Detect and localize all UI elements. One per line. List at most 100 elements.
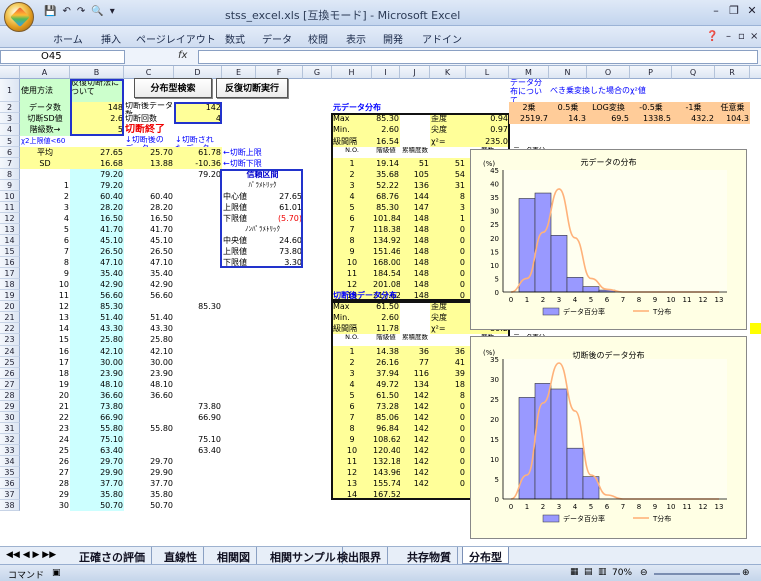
row-number[interactable]: 22 — [20, 412, 70, 423]
dist-cell[interactable]: 148 — [400, 246, 430, 257]
row-number[interactable]: 7 — [20, 246, 70, 257]
removed-value[interactable] — [174, 257, 222, 268]
dist-cell[interactable]: 2 — [332, 169, 372, 180]
cut-value[interactable] — [124, 301, 174, 312]
select-all-corner[interactable] — [0, 66, 20, 79]
s-column-value[interactable]: 0.7 — [750, 312, 761, 323]
row-header[interactable]: 25 — [0, 357, 20, 368]
dist-cell[interactable]: 142 — [400, 412, 430, 423]
row-number[interactable]: 26 — [20, 456, 70, 467]
dist-cell[interactable]: 3 — [332, 368, 372, 379]
s-column-value[interactable]: 8.4 — [750, 346, 761, 357]
row-header[interactable]: 37 — [0, 489, 20, 500]
redo-icon[interactable]: ↷ — [77, 6, 85, 17]
removed-value[interactable] — [174, 423, 222, 434]
row-header[interactable]: 18 — [0, 279, 20, 290]
tab-addins[interactable]: アドイン — [422, 31, 462, 46]
row-header[interactable]: 8 — [0, 169, 20, 180]
s-column-value[interactable]: 0.0 — [750, 368, 761, 379]
maximize-button[interactable]: ❐ — [726, 4, 742, 17]
class-count-input[interactable]: 5 — [70, 124, 124, 136]
dist-cell[interactable]: 73.28 — [372, 401, 400, 412]
row-header[interactable]: 24 — [0, 346, 20, 357]
dist-cell[interactable]: 118.38 — [372, 224, 400, 235]
iterative-cut-button[interactable]: 反復切断実行 — [216, 78, 288, 98]
raw-value[interactable]: 23.90 — [70, 368, 124, 379]
row-header[interactable]: 5 — [0, 136, 20, 147]
raw-value[interactable]: 35.40 — [70, 268, 124, 279]
dist-cell[interactable]: 184.54 — [372, 268, 400, 279]
dist-cell[interactable]: 8 — [332, 235, 372, 246]
raw-value[interactable]: 29.90 — [70, 467, 124, 478]
transform-value[interactable]: 432.2 — [672, 113, 715, 124]
row-number[interactable]: 23 — [20, 423, 70, 434]
zoom-in-icon[interactable]: ⊕ — [742, 568, 750, 578]
dist-cell[interactable]: 0 — [430, 279, 466, 290]
row-number[interactable]: 30 — [20, 500, 70, 511]
dist-cell[interactable]: 11 — [332, 268, 372, 279]
dist-cell[interactable]: 142 — [400, 467, 430, 478]
dist-cell[interactable]: 7 — [332, 412, 372, 423]
column-header[interactable]: I — [372, 66, 400, 79]
removed-value[interactable] — [174, 279, 222, 290]
cut-value[interactable]: 36.60 — [124, 390, 174, 401]
raw-value[interactable]: 51.40 — [70, 312, 124, 323]
dist-cell[interactable]: 142 — [400, 456, 430, 467]
dist-cell[interactable]: 0 — [430, 401, 466, 412]
lower-cut-label[interactable]: ←切断下限 — [222, 158, 292, 169]
dist-cell[interactable]: 2 — [332, 357, 372, 368]
dist-header[interactable]: 累積度数 — [400, 334, 430, 346]
removed-value[interactable] — [174, 246, 222, 257]
fx-icon[interactable]: fx — [178, 50, 187, 61]
view-page-layout-icon[interactable]: ▤ — [584, 567, 593, 577]
interval-label[interactable]: 級間隔 — [332, 323, 372, 334]
parametric-label[interactable]: ﾊﾟﾗﾒﾄﾘｯｸ — [222, 180, 303, 191]
s-column-value[interactable]: 8.4 — [750, 390, 761, 401]
cut-data-count-value[interactable]: 142 — [174, 102, 222, 113]
cut-value[interactable]: 25.80 — [124, 334, 174, 346]
cut-sd-input[interactable]: 2.6 — [70, 113, 124, 124]
row-header[interactable]: 29 — [0, 401, 20, 412]
dist-cell[interactable]: 36 — [400, 346, 430, 357]
view-page-break-icon[interactable]: ▥ — [598, 567, 607, 577]
column-header[interactable]: P — [630, 66, 672, 79]
s-column-value[interactable]: 0.0 — [750, 423, 761, 434]
removed-value[interactable] — [174, 357, 222, 368]
raw-value[interactable]: 85.30 — [70, 301, 124, 312]
s-column-value[interactable]: 0.0 — [750, 412, 761, 423]
column-header[interactable]: N — [549, 66, 587, 79]
raw-value[interactable]: 41.70 — [70, 224, 124, 235]
dist-cell[interactable]: 143.96 — [372, 467, 400, 478]
row-header[interactable]: 13 — [0, 224, 20, 235]
dist-cell[interactable]: 151.46 — [372, 246, 400, 257]
dist-cell[interactable]: 7 — [332, 224, 372, 235]
min-label[interactable]: Min. — [332, 312, 372, 323]
row-header[interactable]: 1 — [0, 79, 20, 102]
worksheet-grid[interactable]: ABCDEFGHIJKLMNOPQRS 12345678910111213141… — [0, 66, 761, 546]
dist-cell[interactable]: 142 — [400, 445, 430, 456]
raw-value[interactable]: 75.10 — [70, 434, 124, 445]
row-number[interactable]: 8 — [20, 257, 70, 268]
dist-cell[interactable]: 19.14 — [372, 158, 400, 169]
removed-value[interactable] — [174, 489, 222, 500]
dist-cell[interactable]: 10 — [332, 257, 372, 268]
dist-cell[interactable]: 96.84 — [372, 423, 400, 434]
dist-cell[interactable]: 0 — [430, 412, 466, 423]
row-header[interactable]: 20 — [0, 301, 20, 312]
column-header[interactable]: R — [715, 66, 750, 79]
row-number[interactable]: 27 — [20, 467, 70, 478]
sd-value[interactable]: 16.68 — [70, 158, 124, 169]
upper-value[interactable]: 61.01 — [256, 202, 303, 213]
min-label[interactable]: Min. — [332, 124, 372, 136]
dist-cell[interactable]: 134 — [400, 379, 430, 390]
chart-cut-distribution[interactable]: 切断後のデータ分布 0 5 10 15 20 25 30 35 (%) 0 1 2 3 4 5 6 7 8 9 10 1… — [470, 336, 747, 539]
sheet-tab[interactable]: 共存物質 — [401, 547, 458, 564]
dist-cell[interactable]: 0 — [430, 434, 466, 445]
sheet-nav-icons[interactable]: ◀◀ ◀ ▶ ▶▶ — [6, 550, 56, 560]
row-number[interactable]: 25 — [20, 445, 70, 456]
row-number[interactable]: 19 — [20, 379, 70, 390]
dist-cell[interactable]: 0 — [430, 423, 466, 434]
row-header[interactable]: 16 — [0, 257, 20, 268]
tab-page-layout[interactable]: ページレイアウト — [136, 31, 216, 46]
row-number[interactable]: 15 — [20, 334, 70, 346]
